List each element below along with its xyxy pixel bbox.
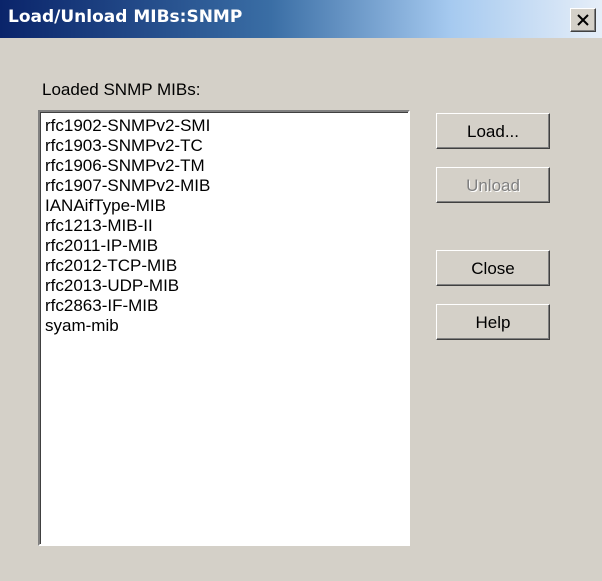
list-item[interactable]: rfc1907-SNMPv2-MIB [45,176,210,196]
list-item[interactable]: rfc1902-SNMPv2-SMI [45,116,210,136]
loaded-mibs-listbox[interactable]: rfc1902-SNMPv2-SMI rfc1903-SNMPv2-TC rfc… [38,110,410,546]
list-item[interactable]: rfc2013-UDP-MIB [45,276,210,296]
window-title: Load/Unload MIBs:SNMP [8,7,243,27]
list-item[interactable]: rfc2011-IP-MIB [45,236,210,256]
help-button[interactable]: Help [436,304,550,340]
unload-button[interactable]: Unload [436,167,550,203]
close-icon [577,14,589,26]
list-item[interactable]: IANAifType-MIB [45,196,210,216]
list-item[interactable]: rfc2012-TCP-MIB [45,256,210,276]
list-item[interactable]: syam-mib [45,316,210,336]
list-item[interactable]: rfc1903-SNMPv2-TC [45,136,210,156]
loaded-mibs-label: Loaded SNMP MIBs: [42,80,201,99]
close-button[interactable]: Close [436,250,550,286]
dialog-window: Load/Unload MIBs:SNMP Loaded SNMP MIBs: … [0,0,602,581]
load-button[interactable]: Load... [436,113,550,149]
mib-list: rfc1902-SNMPv2-SMI rfc1903-SNMPv2-TC rfc… [45,116,210,336]
close-window-button[interactable] [570,8,596,32]
title-bar[interactable]: Load/Unload MIBs:SNMP [0,0,602,38]
list-item[interactable]: rfc1213-MIB-II [45,216,210,236]
list-item[interactable]: rfc1906-SNMPv2-TM [45,156,210,176]
list-item[interactable]: rfc2863-IF-MIB [45,296,210,316]
